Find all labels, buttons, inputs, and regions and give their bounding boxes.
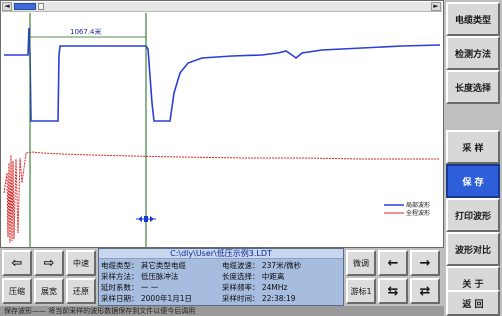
status-bar: 保存波形—— 将当前采样的波形数据保存到文件以便今后调用 (0, 306, 444, 316)
scroll-track-marker (38, 3, 44, 10)
back-button[interactable]: 返 回 (446, 290, 500, 316)
length-select-info: 长度选择： 中距离 (222, 272, 285, 281)
move-left-button[interactable]: ⇆ (378, 278, 408, 304)
arrow-right-icon: → (419, 255, 431, 271)
right-menu-panel: 电缆类型 检测方法 长度选择 采 样 保 存 打印波形 波形对比 关 于 返 回 (444, 0, 502, 316)
save-button[interactable]: 保 存 (446, 164, 500, 198)
legend-local-label: 局部波形 (406, 201, 430, 209)
waveform-right-button[interactable]: ⇨ (34, 250, 64, 276)
info-row: 电缆类型： 其它类型电缆 电缆波速： 237米/微秒 (101, 260, 343, 271)
compare-waveform-button[interactable]: 波形对比 (446, 232, 500, 266)
waveform-left-button[interactable]: ⇦ (2, 250, 32, 276)
cable-type-info: 电缆类型： 其它类型电缆 (101, 261, 186, 270)
legend-full-label: 全程波形 (406, 209, 430, 217)
app-window: ◄ ► 1067.4米 局部波形 全程波形 电缆类型 检测方法 长度选择 采 样… (0, 0, 502, 316)
full-waveform-trace (3, 151, 440, 244)
sample-button[interactable]: 采 样 (446, 130, 500, 164)
horizontal-scrollbar[interactable]: ◄ ► (2, 2, 442, 12)
restore-button[interactable]: 还原 (66, 278, 96, 304)
arrow-left-icon: ← (387, 255, 399, 271)
length-select-button[interactable]: 长度选择 (446, 70, 500, 104)
scroll-thumb[interactable] (14, 3, 36, 10)
info-row: 延时系数： 一 一 采样频率： 24MHz (101, 282, 343, 293)
file-info-panel: C:\dly\User\低压示例3.LDT 电缆类型： 其它类型电缆 电缆波速：… (98, 248, 344, 306)
scroll-left-button[interactable]: ◄ (2, 2, 12, 11)
cursor-toggle-button[interactable]: 游标1 (346, 278, 376, 304)
expand-button[interactable]: 展宽 (34, 278, 64, 304)
sample-time-info: 采样时间： 22:38:19 (222, 294, 296, 303)
move-left-icon: ⇆ (387, 283, 399, 299)
info-row: 采样日期： 2000年1月1日 采样时间： 22:38:19 (101, 293, 343, 304)
waveform-canvas[interactable]: 1067.4米 局部波形 全程波形 (2, 13, 442, 247)
print-waveform-button[interactable]: 打印波形 (446, 198, 500, 232)
move-right-button[interactable]: ⇄ (410, 278, 440, 304)
sample-method-info: 采样方法： 低压脉冲法 (101, 272, 179, 281)
cursor-marker-icon (136, 216, 156, 222)
cursor-distance-label: 1067.4米 (70, 27, 102, 36)
cable-velocity-info: 电缆波速： 237米/微秒 (222, 261, 302, 270)
detection-method-button[interactable]: 检测方法 (446, 36, 500, 70)
left-arrow-icon: ⇦ (11, 255, 23, 271)
plot-legend: 局部波形 全程波形 (384, 201, 430, 217)
sample-frequency-info: 采样频率： 24MHz (222, 283, 288, 292)
scroll-right-button[interactable]: ► (431, 2, 441, 11)
info-row: 采样方法： 低压脉冲法 长度选择： 中距离 (101, 271, 343, 282)
zoom-center-button[interactable]: 中速 (66, 250, 96, 276)
delay-coefficient-info: 延时系数： 一 一 (101, 283, 159, 292)
waveform-plot[interactable]: ◄ ► 1067.4米 局部波形 全程波形 (0, 0, 444, 248)
cursor-right-button[interactable]: → (410, 250, 440, 276)
right-arrow-icon: ⇨ (43, 255, 55, 271)
compress-button[interactable]: 压缩 (2, 278, 32, 304)
local-waveform-trace (4, 27, 441, 122)
info-grid: 电缆类型： 其它类型电缆 电缆波速： 237米/微秒 采样方法： 低压脉冲法 长… (101, 260, 343, 304)
fine-tune-button[interactable]: 微调 (346, 250, 376, 276)
move-right-icon: ⇄ (419, 283, 431, 299)
cursor-left-button[interactable]: ← (378, 250, 408, 276)
file-path: C:\dly\User\低压示例3.LDT (99, 249, 343, 259)
sample-date-info: 采样日期： 2000年1月1日 (101, 294, 193, 303)
cable-type-button[interactable]: 电缆类型 (446, 2, 500, 36)
